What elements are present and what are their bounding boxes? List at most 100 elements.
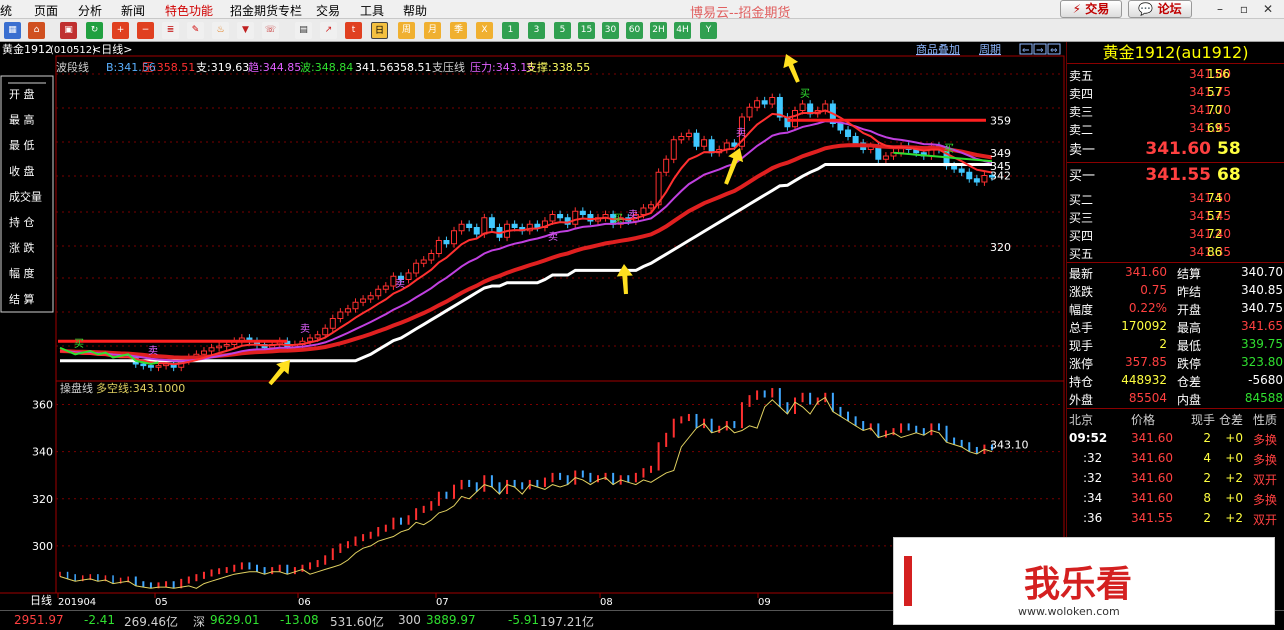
layers-icon[interactable]: ≣ bbox=[162, 22, 179, 39]
period-button-month[interactable]: 月 bbox=[424, 22, 441, 39]
stat-value: 341.65 bbox=[1241, 319, 1283, 333]
stat-value: 85504 bbox=[1128, 391, 1167, 405]
stat-label: 涨停 bbox=[1069, 357, 1094, 371]
period-link[interactable]: 周期 bbox=[979, 43, 1001, 56]
ask-label: 卖二 bbox=[1069, 123, 1094, 137]
zoom-out-icon[interactable]: − bbox=[137, 22, 154, 39]
ask-volume: 156 bbox=[1207, 67, 1230, 81]
period-button-2h[interactable]: 2H bbox=[650, 22, 667, 39]
ask-row: 卖五 341.80 156 bbox=[1067, 66, 1284, 84]
menu-item-special-features[interactable]: 特色功能 bbox=[165, 2, 213, 19]
period-button-quarter[interactable]: 季 bbox=[450, 22, 467, 39]
candle-body bbox=[216, 345, 223, 349]
candle-body bbox=[337, 311, 344, 319]
candle-body bbox=[549, 214, 556, 222]
forum-button[interactable]: 💬 论坛 bbox=[1128, 0, 1192, 18]
period-button-4h[interactable]: 4H bbox=[674, 22, 691, 39]
period-button-30m[interactable]: 30 bbox=[602, 22, 619, 39]
legend-item: 341.56 bbox=[355, 61, 394, 74]
kline-chart[interactable]: 黄金1912 (010512) <日线> 商品叠加 周期 ⇐ ⇒ ⇔ 波段线 B:… bbox=[0, 42, 1066, 610]
grid-icon[interactable]: ▦ bbox=[4, 22, 21, 39]
daily-period-button[interactable]: 日 bbox=[371, 22, 388, 39]
menu-item-tools[interactable]: 工具 bbox=[360, 2, 384, 19]
line-chart-icon[interactable]: ↗ bbox=[320, 22, 337, 39]
alarm-icon[interactable]: ☏ bbox=[262, 22, 279, 39]
watermark-brand: 我乐看 bbox=[1024, 564, 1132, 605]
home-icon[interactable]: ⌂ bbox=[28, 22, 45, 39]
tick-oi-change: +0 bbox=[1225, 431, 1243, 445]
sell-signal: 卖 bbox=[395, 278, 405, 290]
sell-signal: 卖 bbox=[300, 323, 310, 335]
maximize-icon[interactable]: ▫ bbox=[1236, 1, 1252, 17]
stat-label: 开盘 bbox=[1177, 303, 1202, 317]
stat-value: 2 bbox=[1159, 337, 1167, 351]
stat-label: 总手 bbox=[1069, 321, 1094, 335]
folder-icon[interactable]: ▣ bbox=[60, 22, 77, 39]
chart-nav-arrows[interactable]: ⇐ ⇒ ⇔ bbox=[1019, 43, 1061, 56]
x-tick-label: 06 bbox=[298, 597, 311, 608]
tick-type: 多换 bbox=[1253, 493, 1278, 507]
status-item: -13.08 bbox=[280, 613, 319, 627]
trade-button[interactable]: ⚡ 交易 bbox=[1060, 0, 1122, 18]
ohlc-label: 结 算 bbox=[9, 292, 35, 306]
period-button-5m[interactable]: 5 bbox=[554, 22, 571, 39]
legend-item: 波段线 bbox=[56, 60, 89, 74]
ask-label: 卖一 bbox=[1069, 143, 1096, 158]
minimize-icon[interactable]: – bbox=[1212, 1, 1228, 17]
tick-row: 09:52 341.60 2 +0 多换 bbox=[1067, 430, 1284, 450]
stat-value: -5680 bbox=[1248, 373, 1283, 387]
candle-body bbox=[958, 168, 965, 173]
candle-body bbox=[852, 136, 859, 144]
tick-row: :34 341.60 8 +0 多换 bbox=[1067, 490, 1284, 510]
menu-item-broker-column[interactable]: 招金期货专栏 bbox=[230, 2, 302, 19]
chat-icon: 💬 bbox=[1138, 2, 1154, 16]
period-button-year[interactable]: Y bbox=[700, 22, 717, 39]
forum-button-label: 论坛 bbox=[1157, 2, 1182, 16]
stat-label: 最低 bbox=[1177, 339, 1202, 353]
tick-price: 341.60 bbox=[1131, 491, 1173, 505]
svg-text:⇒: ⇒ bbox=[1036, 46, 1044, 56]
menu-item-analysis[interactable]: 分析 bbox=[78, 2, 102, 19]
legend-item: 波:348.84 bbox=[300, 61, 353, 74]
price-tag: 320 bbox=[990, 241, 1011, 254]
period-button-week[interactable]: 周 bbox=[398, 22, 415, 39]
pencil-icon[interactable]: ✎ bbox=[187, 22, 204, 39]
menu-item-trade[interactable]: 交易 bbox=[316, 2, 340, 19]
stat-label: 现手 bbox=[1069, 339, 1094, 353]
period-button-1m[interactable]: 1 bbox=[502, 22, 519, 39]
period-button-15m[interactable]: 15 bbox=[578, 22, 595, 39]
period-button-3m[interactable]: 3 bbox=[528, 22, 545, 39]
ask-volume: 69 bbox=[1207, 121, 1223, 135]
tick-icon[interactable]: t bbox=[345, 22, 362, 39]
candle-body bbox=[413, 262, 420, 274]
tick-header: 仓差 bbox=[1219, 413, 1244, 427]
status-item: -2.41 bbox=[84, 613, 116, 627]
divider bbox=[1067, 162, 1284, 163]
menu-item-help[interactable]: 帮助 bbox=[403, 2, 427, 19]
period-button-60m[interactable]: 60 bbox=[626, 22, 643, 39]
refresh-icon[interactable]: ↻ bbox=[86, 22, 103, 39]
filter-icon[interactable]: ▼ bbox=[237, 22, 254, 39]
watermark-box: 我乐看 www.woloken.com bbox=[893, 537, 1275, 625]
stat-value: 170092 bbox=[1121, 319, 1167, 333]
candle-body bbox=[670, 139, 677, 160]
close-icon[interactable]: ✕ bbox=[1260, 1, 1276, 17]
tick-type: 双开 bbox=[1253, 473, 1278, 487]
menu-item-system[interactable]: 统 bbox=[0, 2, 12, 19]
menu-item-page[interactable]: 页面 bbox=[34, 2, 58, 19]
period-button-x[interactable]: X bbox=[476, 22, 493, 39]
period-label-bottom: 日线 bbox=[30, 593, 52, 607]
menu-item-news[interactable]: 新闻 bbox=[121, 2, 145, 19]
ohlc-label: 最 低 bbox=[9, 139, 35, 152]
bid-volume: 57 bbox=[1207, 209, 1223, 223]
table-icon[interactable]: ▤ bbox=[295, 22, 312, 39]
zoom-in-icon[interactable]: + bbox=[112, 22, 129, 39]
overlay-commodity-link[interactable]: 商品叠加 bbox=[916, 42, 960, 56]
ask-volume: 57 bbox=[1207, 85, 1223, 99]
ink-icon[interactable]: ♨ bbox=[212, 22, 229, 39]
stat-row: 总手 170092 最高 341.65 bbox=[1067, 318, 1284, 336]
ticks-header-row: 北京 价格 现手 仓差 性质 bbox=[1067, 410, 1284, 430]
sub-y-tick-label: 360 bbox=[32, 399, 53, 412]
bid-row: 买四 341.40 72 bbox=[1067, 226, 1284, 244]
tick-type: 双开 bbox=[1253, 513, 1278, 527]
